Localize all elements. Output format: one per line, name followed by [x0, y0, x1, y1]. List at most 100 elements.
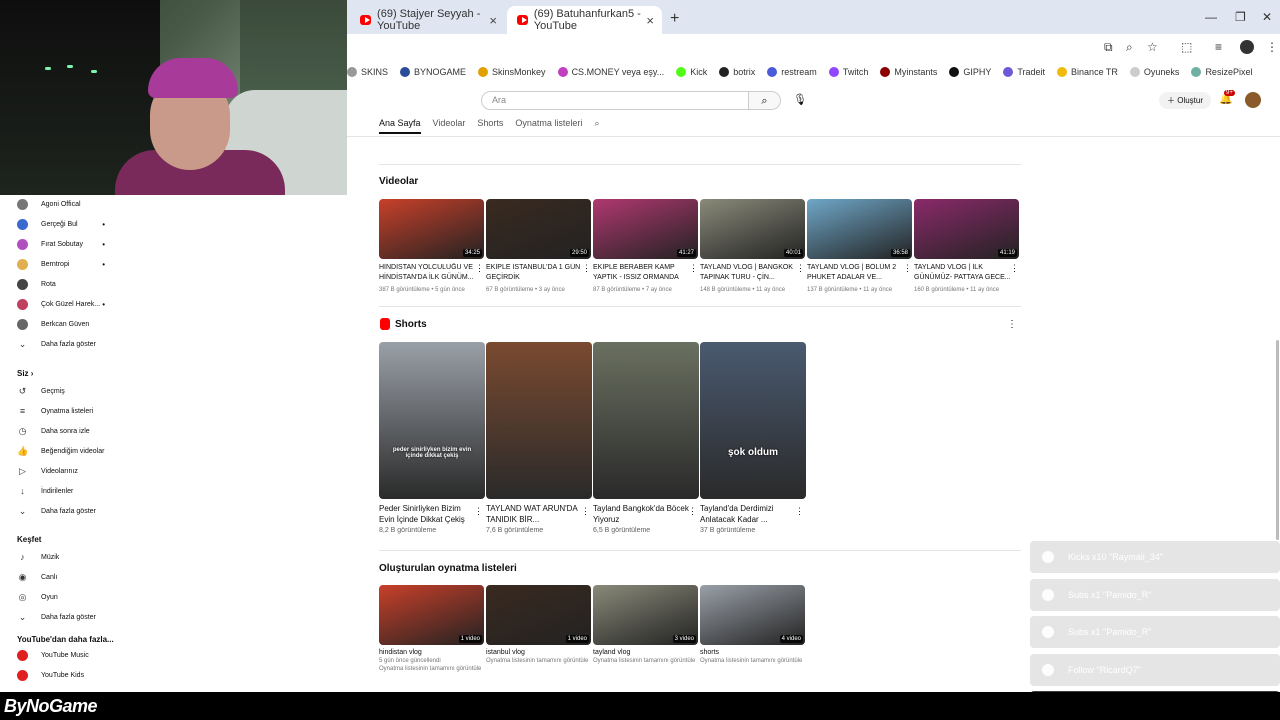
video-title[interactable]: EKİPLE BERABER KAMP YAPTIK - ISSIZ ORMAN… — [593, 263, 698, 283]
sidebar-show-more[interactable]: ⌄ Daha fazla göster — [17, 337, 117, 351]
video-card[interactable]: 40:01 TAYLAND VLOG | BANGKOK TAPINAK TURU… — [700, 199, 805, 293]
playlist-thumbnail[interactable]: 1 video — [486, 585, 591, 645]
sidebar-item[interactable]: ▷ Videolarınız — [17, 464, 117, 478]
bookmark-item[interactable]: SkinsMonkey — [478, 67, 546, 77]
sidebar-item[interactable]: ♪ Müzik — [17, 550, 117, 564]
video-more-icon[interactable]: ⋮ — [903, 263, 912, 274]
scrollbar[interactable] — [1276, 340, 1279, 540]
browser-profile-avatar[interactable] — [1240, 40, 1254, 54]
video-more-icon[interactable]: ⋮ — [796, 263, 805, 274]
bookmark-item[interactable]: Tradeit — [1003, 67, 1045, 77]
sidebar-subscription[interactable]: Berkcan Güven — [17, 317, 117, 331]
restore-icon[interactable]: ❐ — [1235, 10, 1246, 24]
video-title[interactable]: TAYLAND VLOG | BANGKOK TAPINAK TURU - Çİ… — [700, 263, 805, 283]
sidebar-item[interactable]: ↺ Geçmiş — [17, 384, 117, 398]
short-card[interactable]: Tayland Bangkok'da Böcek Yiyoruz 6,5 B gö… — [593, 342, 699, 534]
video-card[interactable]: 41:19 TAYLAND VLOG | İLK GÜNÜMÜZ- PATTAYA… — [914, 199, 1019, 293]
sidebar-subscription[interactable]: Gerçeği Bul • — [17, 217, 117, 231]
bookmark-item[interactable]: Kick — [676, 67, 707, 77]
zoom-icon[interactable]: ⌕ — [1126, 40, 1133, 55]
channel-search-icon[interactable]: ⌕ — [594, 118, 599, 134]
short-more-icon[interactable]: ⋮ — [581, 506, 590, 517]
video-more-icon[interactable]: ⋮ — [1010, 263, 1019, 274]
playlist-title[interactable]: shorts — [700, 649, 805, 656]
sidebar-subscription[interactable]: Fırat Sobutay • — [17, 237, 117, 251]
video-thumbnail[interactable]: 41:19 — [914, 199, 1019, 259]
video-title[interactable]: HİNDİSTAN YOLCULUĞU VE HİNDİSTAN'DA İLK … — [379, 263, 484, 283]
sidebar-item[interactable]: ⌄ Daha fazla göster — [17, 610, 117, 624]
bookmark-star-icon[interactable]: ☆ — [1147, 40, 1158, 54]
playlist-card[interactable]: 3 video tayland vlog Oynatma listesinin ta… — [593, 585, 698, 664]
playlist-title[interactable]: tayland vlog — [593, 649, 698, 656]
short-title[interactable]: TAYLAND WAT ARUN'DA TANIDIK BİR... — [486, 503, 592, 525]
video-thumbnail[interactable]: 34:25 — [379, 199, 484, 259]
bookmark-item[interactable]: restream — [767, 67, 817, 77]
video-title[interactable]: TAYLAND VLOG | BÖLÜM 2 PHUKET ADALAR VE.… — [807, 263, 912, 283]
video-thumbnail[interactable]: 29:50 — [486, 199, 591, 259]
sidebar-item[interactable]: ↓ İndirilenler — [17, 484, 117, 498]
search-icon[interactable]: ⌕ — [749, 91, 781, 110]
playlist-thumbnail[interactable]: 1 video — [379, 585, 484, 645]
playlist-thumbnail[interactable]: 3 video — [593, 585, 698, 645]
sidebar-item[interactable]: ◎ Oyun — [17, 590, 117, 604]
bookmark-item[interactable]: Oyuneks — [1129, 67, 1179, 77]
video-thumbnail[interactable]: 41:27 — [593, 199, 698, 259]
bookmark-item[interactable]: CS.MONEY veya eşy... — [557, 67, 664, 77]
short-thumbnail[interactable]: peder sinirliyken bizim evin içinde dikk… — [379, 342, 485, 499]
sidebar-you-heading[interactable]: Siz › — [17, 369, 33, 378]
sidebar-subscription[interactable]: Agoni Offical — [17, 197, 117, 211]
sidebar-item[interactable]: ◉ Canlı — [17, 570, 117, 584]
menu-kebab-icon[interactable]: ⋮ — [1266, 40, 1278, 54]
account-avatar[interactable] — [1245, 92, 1261, 108]
sidebar-item[interactable]: ⌄ Daha fazla göster — [17, 504, 117, 518]
short-title[interactable]: Peder Sinirliyken Bizim Evin İçinde Dikk… — [379, 503, 485, 525]
video-more-icon[interactable]: ⋮ — [582, 263, 591, 274]
browser-tab-2[interactable]: (69) Batuhanfurkan5 - YouTube × — [507, 6, 662, 34]
extensions-icon[interactable]: ⬚ — [1181, 40, 1192, 54]
video-thumbnail[interactable]: 36:58 — [807, 199, 912, 259]
video-title[interactable]: TAYLAND VLOG | İLK GÜNÜMÜZ- PATTAYA GECE… — [914, 263, 1019, 283]
bookmark-item[interactable]: Twitch — [828, 67, 868, 77]
video-title[interactable]: EKİPLE İSTANBUL'DA 1 GÜN GEÇİRDİK — [486, 263, 591, 283]
video-card[interactable]: 36:58 TAYLAND VLOG | BÖLÜM 2 PHUKET ADALA… — [807, 199, 912, 293]
short-more-icon[interactable]: ⋮ — [474, 506, 483, 517]
browser-tab-1[interactable]: (69) Stajyer Seyyah - YouTube × — [350, 6, 505, 34]
sidebar-item[interactable]: YouTube Music — [17, 648, 117, 662]
close-window-icon[interactable]: ✕ — [1262, 10, 1272, 24]
playlist-thumbnail[interactable]: 4 video — [700, 585, 805, 645]
video-card[interactable]: 41:27 EKİPLE BERABER KAMP YAPTIK - ISSIZ … — [593, 199, 698, 293]
shorts-more-icon[interactable]: ⋮ — [1007, 319, 1017, 330]
playlist-title[interactable]: hindistan vlog — [379, 649, 484, 656]
short-more-icon[interactable]: ⋮ — [688, 506, 697, 517]
sidebar-item[interactable]: 👍 Beğendiğim videolar — [17, 444, 117, 458]
playlist-card[interactable]: 1 video istanbul vlog Oynatma listesinin t… — [486, 585, 591, 664]
sidebar-subscription[interactable]: Berntropi • — [17, 257, 117, 271]
bookmark-item[interactable]: GIPHY — [949, 67, 991, 77]
tab-shorts[interactable]: Shorts — [477, 118, 503, 134]
microphone-icon[interactable]: 🎙 — [793, 93, 807, 106]
cast-icon[interactable]: ⧉ — [1104, 40, 1113, 55]
bookmark-item[interactable]: SKINS — [347, 67, 388, 77]
video-more-icon[interactable]: ⋮ — [689, 263, 698, 274]
playlist-card[interactable]: 1 video hindistan vlog 5 gün önce güncelle… — [379, 585, 484, 672]
sidebar-item[interactable]: ≡ Oynatma listeleri — [17, 404, 117, 418]
video-thumbnail[interactable]: 40:01 — [700, 199, 805, 259]
bookmark-item[interactable]: Myinstants — [880, 67, 937, 77]
video-more-icon[interactable]: ⋮ — [475, 263, 484, 274]
short-thumbnail[interactable]: şok oldum — [700, 342, 806, 499]
sidebar-item[interactable]: ◷ Daha sonra izle — [17, 424, 117, 438]
short-title[interactable]: Tayland'da Derdimizi Anlatacak Kadar ... — [700, 503, 806, 525]
sidebar-subscription[interactable]: Çok Güzel Harek... • — [17, 297, 117, 311]
video-card[interactable]: 29:50 EKİPLE İSTANBUL'DA 1 GÜN GEÇİRDİK 67… — [486, 199, 591, 293]
bookmark-item[interactable]: ResizePixel — [1191, 67, 1252, 77]
search-input[interactable]: Ara — [481, 91, 749, 110]
short-card[interactable]: TAYLAND WAT ARUN'DA TANIDIK BİR... 7,6 B … — [486, 342, 592, 534]
short-card[interactable]: şok oldum Tayland'da Derdimizi Anlatacak … — [700, 342, 806, 534]
short-thumbnail[interactable] — [593, 342, 699, 499]
playlist-card[interactable]: 4 video shorts Oynatma listesinin tamamını… — [700, 585, 805, 664]
new-tab-icon[interactable]: + — [670, 10, 679, 28]
bookmark-item[interactable]: Binance TR — [1057, 67, 1118, 77]
short-thumbnail[interactable] — [486, 342, 592, 499]
tab-home[interactable]: Ana Sayfa — [379, 118, 421, 134]
minimize-icon[interactable]: — — [1205, 10, 1217, 24]
